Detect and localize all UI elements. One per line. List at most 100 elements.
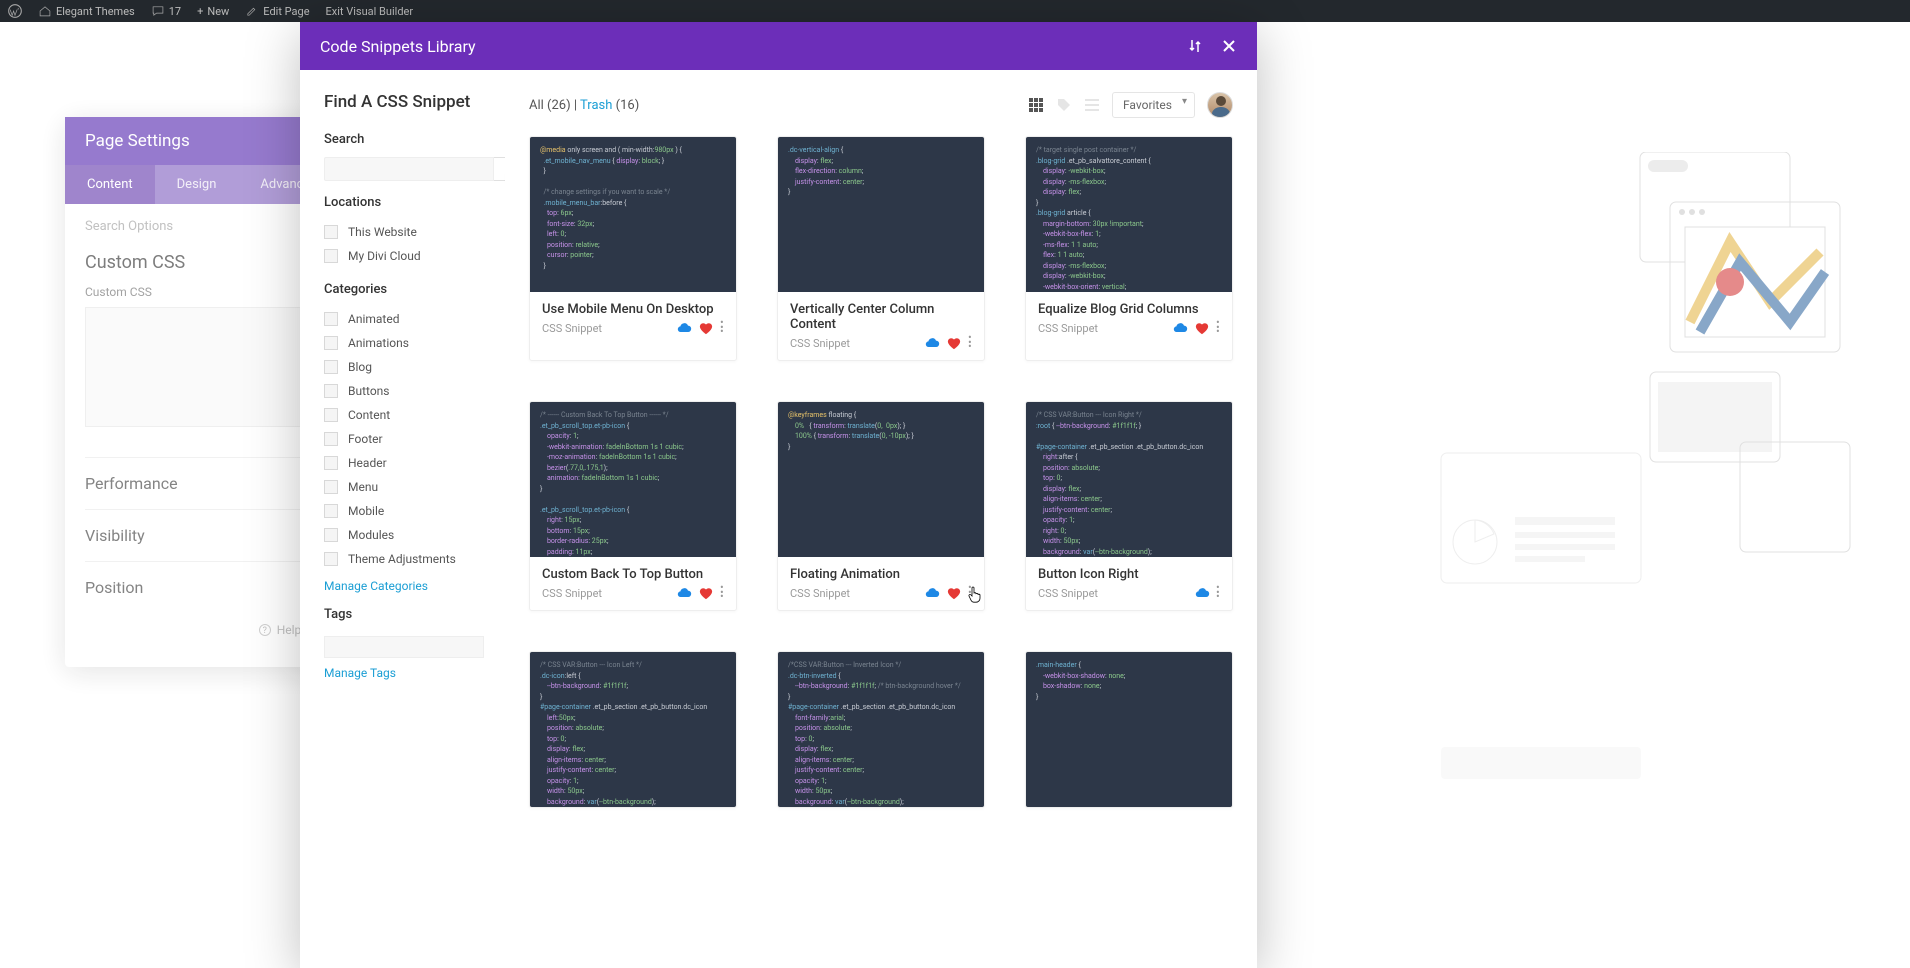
more-icon[interactable]: •••	[1216, 586, 1220, 599]
code-preview: @media only screen and ( min-width:980px…	[530, 137, 736, 292]
heart-icon[interactable]	[698, 586, 714, 600]
count-trash-n: (16)	[616, 98, 640, 113]
wp-site-link[interactable]: Elegant Themes	[38, 4, 135, 18]
checkbox-icon	[324, 225, 338, 239]
snippet-title: Button Icon Right	[1038, 567, 1220, 582]
modal-title: Code Snippets Library	[320, 37, 476, 56]
count-all-n: (26)	[547, 98, 571, 113]
snippet-type: CSS Snippet	[542, 322, 602, 335]
snippet-card[interactable]: /* ------ Custom Back To Top Button ----…	[529, 401, 737, 611]
heart-icon[interactable]	[946, 336, 962, 350]
category-menu[interactable]: Menu	[324, 475, 505, 499]
wp-new[interactable]: + New	[197, 5, 229, 18]
list-view-icon[interactable]	[1084, 97, 1100, 113]
snippet-card[interactable]: /* CSS VAR:Button --- Icon Right */:root…	[1025, 401, 1233, 611]
cloud-icon[interactable]	[1194, 586, 1210, 600]
snippet-card[interactable]: @media only screen and ( min-width:980px…	[529, 136, 737, 361]
more-icon[interactable]: •••	[1216, 321, 1220, 334]
sort-icon[interactable]	[1187, 38, 1203, 54]
cloud-icon[interactable]	[676, 321, 692, 335]
category-label: Modules	[348, 528, 394, 542]
location-my-divi-cloud[interactable]: My Divi Cloud	[324, 244, 505, 268]
checkbox-icon	[324, 249, 338, 263]
filter-button[interactable]: + Filter	[494, 157, 505, 181]
count-all-label[interactable]: All	[529, 98, 544, 113]
tab-design[interactable]: Design	[155, 165, 239, 204]
card-footer: Vertically Center Column ContentCSS Snip…	[778, 292, 984, 360]
heart-icon[interactable]	[946, 586, 962, 600]
snippet-type: CSS Snippet	[542, 587, 602, 600]
sort-select[interactable]: Favorites	[1112, 92, 1195, 118]
wp-comments[interactable]: 17	[151, 4, 181, 18]
tags-input[interactable]	[324, 636, 484, 658]
snippet-card[interactable]: .dc-vertical-align { display: flex; flex…	[777, 136, 985, 361]
checkbox-icon	[324, 552, 338, 566]
background-wireframe-left	[1440, 452, 1660, 792]
tab-content[interactable]: Content	[65, 165, 155, 204]
more-icon[interactable]: •••	[720, 321, 724, 334]
snippet-card[interactable]: /* target single post container */.blog-…	[1025, 136, 1233, 361]
snippet-grid: @media only screen and ( min-width:980px…	[529, 136, 1233, 808]
category-mobile[interactable]: Mobile	[324, 499, 505, 523]
snippet-card[interactable]: @keyframes floating { 0% { transform: tr…	[777, 401, 985, 611]
code-preview: /* CSS VAR:Button --- Icon Right */:root…	[1026, 402, 1232, 557]
checkbox-icon	[324, 408, 338, 422]
more-icon[interactable]: •••	[968, 336, 972, 349]
checkbox-icon	[324, 528, 338, 542]
manage-categories-link[interactable]: Manage Categories	[324, 579, 505, 593]
pencil-icon	[245, 4, 259, 18]
category-content[interactable]: Content	[324, 403, 505, 427]
location-label: My Divi Cloud	[348, 249, 421, 263]
category-footer[interactable]: Footer	[324, 427, 505, 451]
card-footer: Custom Back To Top Button CSS Snippet •••	[530, 557, 736, 610]
cursor-icon	[968, 586, 982, 604]
more-icon[interactable]: •••	[720, 586, 724, 599]
category-label: Animations	[348, 336, 409, 350]
cloud-icon[interactable]	[676, 586, 692, 600]
modal-header: Code Snippets Library	[300, 22, 1257, 70]
heart-icon[interactable]	[1194, 321, 1210, 335]
category-animations[interactable]: Animations	[324, 331, 505, 355]
snippet-title: Vertically Center Column Content	[790, 302, 972, 332]
snippet-card[interactable]: .main-header { -webkit-box-shadow: none;…	[1025, 651, 1233, 808]
snippet-card[interactable]: /* CSS VAR:Button --- Icon Left */.dc-ic…	[529, 651, 737, 808]
cloud-icon[interactable]	[924, 586, 940, 600]
location-this-website[interactable]: This Website	[324, 220, 505, 244]
checkbox-icon	[324, 432, 338, 446]
card-footer: Button Icon RightCSS Snippet•••	[1026, 557, 1232, 610]
wp-exit-visual-builder[interactable]: Exit Visual Builder	[326, 5, 414, 18]
cloud-icon[interactable]	[924, 336, 940, 350]
manage-tags-link[interactable]: Manage Tags	[324, 666, 505, 680]
user-avatar[interactable]	[1207, 92, 1233, 118]
locations-label: Locations	[324, 195, 505, 210]
category-blog[interactable]: Blog	[324, 355, 505, 379]
checkbox-icon	[324, 384, 338, 398]
card-footer: Equalize Blog Grid ColumnsCSS Snippet•••	[1026, 292, 1232, 345]
wp-edit-page[interactable]: Edit Page	[245, 4, 309, 18]
background-wireframe	[1630, 152, 1870, 802]
snippet-card[interactable]: /*CSS VAR:Button --- Inverted Icon */.dc…	[777, 651, 985, 808]
wp-logo[interactable]	[8, 4, 22, 18]
category-theme-adjustments[interactable]: Theme Adjustments	[324, 547, 505, 571]
tag-view-icon[interactable]	[1056, 97, 1072, 113]
category-modules[interactable]: Modules	[324, 523, 505, 547]
snippet-title: Custom Back To Top Button	[542, 567, 724, 582]
checkbox-icon	[324, 336, 338, 350]
search-input[interactable]	[324, 157, 494, 181]
heart-icon[interactable]	[698, 321, 714, 335]
close-icon[interactable]	[1221, 38, 1237, 54]
category-animated[interactable]: Animated	[324, 307, 505, 331]
category-label: Footer	[348, 432, 383, 446]
grid-view-icon[interactable]	[1028, 97, 1044, 113]
plus-icon: +	[197, 5, 203, 18]
tags-label: Tags	[324, 607, 505, 622]
category-header[interactable]: Header	[324, 451, 505, 475]
trash-link[interactable]: Trash	[580, 98, 612, 113]
modal-sidebar: Find A CSS Snippet Search + Filter Locat…	[300, 70, 505, 968]
category-label: Theme Adjustments	[348, 552, 456, 566]
cloud-icon[interactable]	[1172, 321, 1188, 335]
category-buttons[interactable]: Buttons	[324, 379, 505, 403]
checkbox-icon	[324, 312, 338, 326]
code-preview: .main-header { -webkit-box-shadow: none;…	[1026, 652, 1232, 807]
wordpress-icon	[8, 4, 22, 18]
